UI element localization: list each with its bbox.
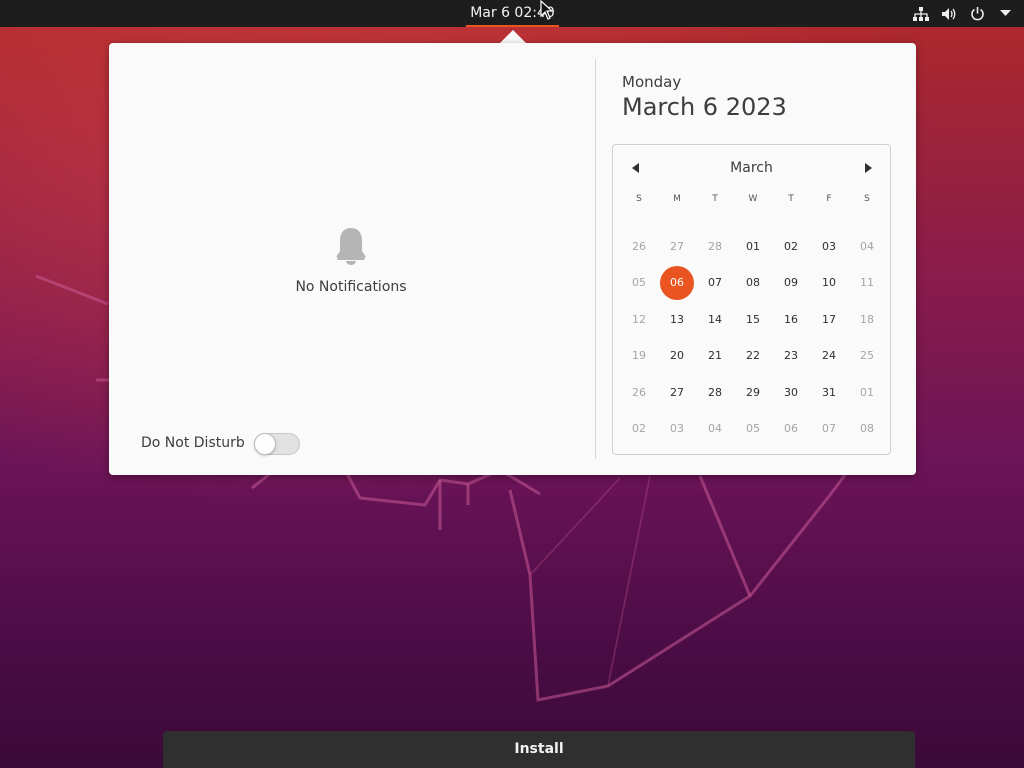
calendar-day[interactable]: 15: [734, 302, 772, 336]
do-not-disturb-toggle[interactable]: [254, 433, 300, 455]
calendar-day[interactable]: 27: [658, 375, 696, 409]
date-heading[interactable]: March 6 2023: [622, 93, 787, 121]
calendar-grid: 26 27 28 01 02 03 04 05 06 07 08 09 10 1…: [620, 229, 886, 448]
weekday-header-row: S M T W T F S: [620, 194, 886, 208]
bell-icon: [331, 225, 371, 267]
calendar-day[interactable]: 05: [734, 412, 772, 446]
calendar-day[interactable]: 01: [848, 375, 886, 409]
calendar-day[interactable]: 10: [810, 266, 848, 300]
calendar-day[interactable]: 24: [810, 339, 848, 373]
empty-notifications-label: No Notifications: [295, 279, 407, 295]
calendar-day[interactable]: 04: [696, 412, 734, 446]
calendar-day[interactable]: 14: [696, 302, 734, 336]
calendar-day[interactable]: 08: [848, 412, 886, 446]
system-tray[interactable]: [912, 0, 1014, 27]
network-icon[interactable]: [912, 5, 930, 23]
calendar-day[interactable]: 07: [696, 266, 734, 300]
calendar-day[interactable]: 28: [696, 229, 734, 263]
weekday-label: W: [748, 194, 758, 204]
dropdown-arrow-icon[interactable]: [996, 5, 1014, 23]
calendar-week: 26 27 28 01 02 03 04: [620, 229, 886, 266]
calendar-week: 19 20 21 22 23 24 25: [620, 339, 886, 376]
calendar-day[interactable]: 20: [658, 339, 696, 373]
weekday-label: M: [673, 194, 681, 204]
calendar-day[interactable]: 18: [848, 302, 886, 336]
month-calendar: March S M T W T F S 26 27 28 01 02 03 04…: [612, 144, 891, 455]
calendar-day[interactable]: 30: [772, 375, 810, 409]
calendar-day[interactable]: 23: [772, 339, 810, 373]
calendar-day[interactable]: 08: [734, 266, 772, 300]
calendar-week: 26 27 28 29 30 31 01: [620, 375, 886, 412]
calendar-week: 02 03 04 05 06 07 08: [620, 412, 886, 449]
calendar-day[interactable]: 16: [772, 302, 810, 336]
calendar-day[interactable]: 19: [620, 339, 658, 373]
calendar-day[interactable]: 06: [772, 412, 810, 446]
calendar-day[interactable]: 02: [620, 412, 658, 446]
volume-icon[interactable]: [940, 5, 958, 23]
power-icon[interactable]: [968, 5, 986, 23]
calendar-day[interactable]: 02: [772, 229, 810, 263]
calendar-day[interactable]: 09: [772, 266, 810, 300]
next-month-button[interactable]: [858, 159, 878, 177]
calendar-day[interactable]: 05: [620, 266, 658, 300]
weekday-label: S: [636, 194, 642, 204]
calendar-day[interactable]: 01: [734, 229, 772, 263]
weekday-heading[interactable]: Monday: [622, 73, 681, 91]
calendar-header: March: [613, 145, 890, 189]
calendar-day[interactable]: 17: [810, 302, 848, 336]
calendar-day[interactable]: 25: [848, 339, 886, 373]
calendar-day[interactable]: 28: [696, 375, 734, 409]
datetime-menu: No Notifications Do Not Disturb Monday M…: [109, 43, 916, 475]
popup-pointer: [500, 30, 526, 43]
weekday-label: F: [826, 194, 832, 204]
calendar-day[interactable]: 12: [620, 302, 658, 336]
calendar-day[interactable]: 11: [848, 266, 886, 300]
weekday-label: S: [864, 194, 870, 204]
calendar-day[interactable]: 31: [810, 375, 848, 409]
calendar-day[interactable]: 26: [620, 229, 658, 263]
calendar-day[interactable]: 29: [734, 375, 772, 409]
calendar-day-today[interactable]: 06: [660, 265, 694, 300]
calendar-day[interactable]: 13: [658, 302, 696, 336]
month-label: March: [730, 160, 773, 176]
notifications-pane: No Notifications Do Not Disturb: [109, 43, 595, 475]
toggle-knob: [254, 433, 276, 455]
calendar-day[interactable]: 03: [810, 229, 848, 263]
top-bar: Mar 6 02:40: [0, 0, 1024, 27]
weekday-label: T: [788, 194, 794, 204]
calendar-day[interactable]: 07: [810, 412, 848, 446]
install-button[interactable]: Install: [163, 731, 915, 768]
calendar-day[interactable]: 27: [658, 229, 696, 263]
calendar-pane: Monday March 6 2023 March S M T W T F S: [596, 43, 916, 475]
calendar-day[interactable]: 21: [696, 339, 734, 373]
chevron-right-icon: [864, 163, 872, 173]
calendar-day[interactable]: 26: [620, 375, 658, 409]
calendar-week: 05 06 07 08 09 10 11: [620, 265, 886, 303]
mouse-pointer-icon: [540, 0, 554, 20]
calendar-week: 12 13 14 15 16 17 18: [620, 302, 886, 339]
weekday-label: T: [712, 194, 718, 204]
calendar-day[interactable]: 04: [848, 229, 886, 263]
calendar-day[interactable]: 22: [734, 339, 772, 373]
do-not-disturb-label: Do Not Disturb: [141, 435, 245, 451]
calendar-day[interactable]: 03: [658, 412, 696, 446]
